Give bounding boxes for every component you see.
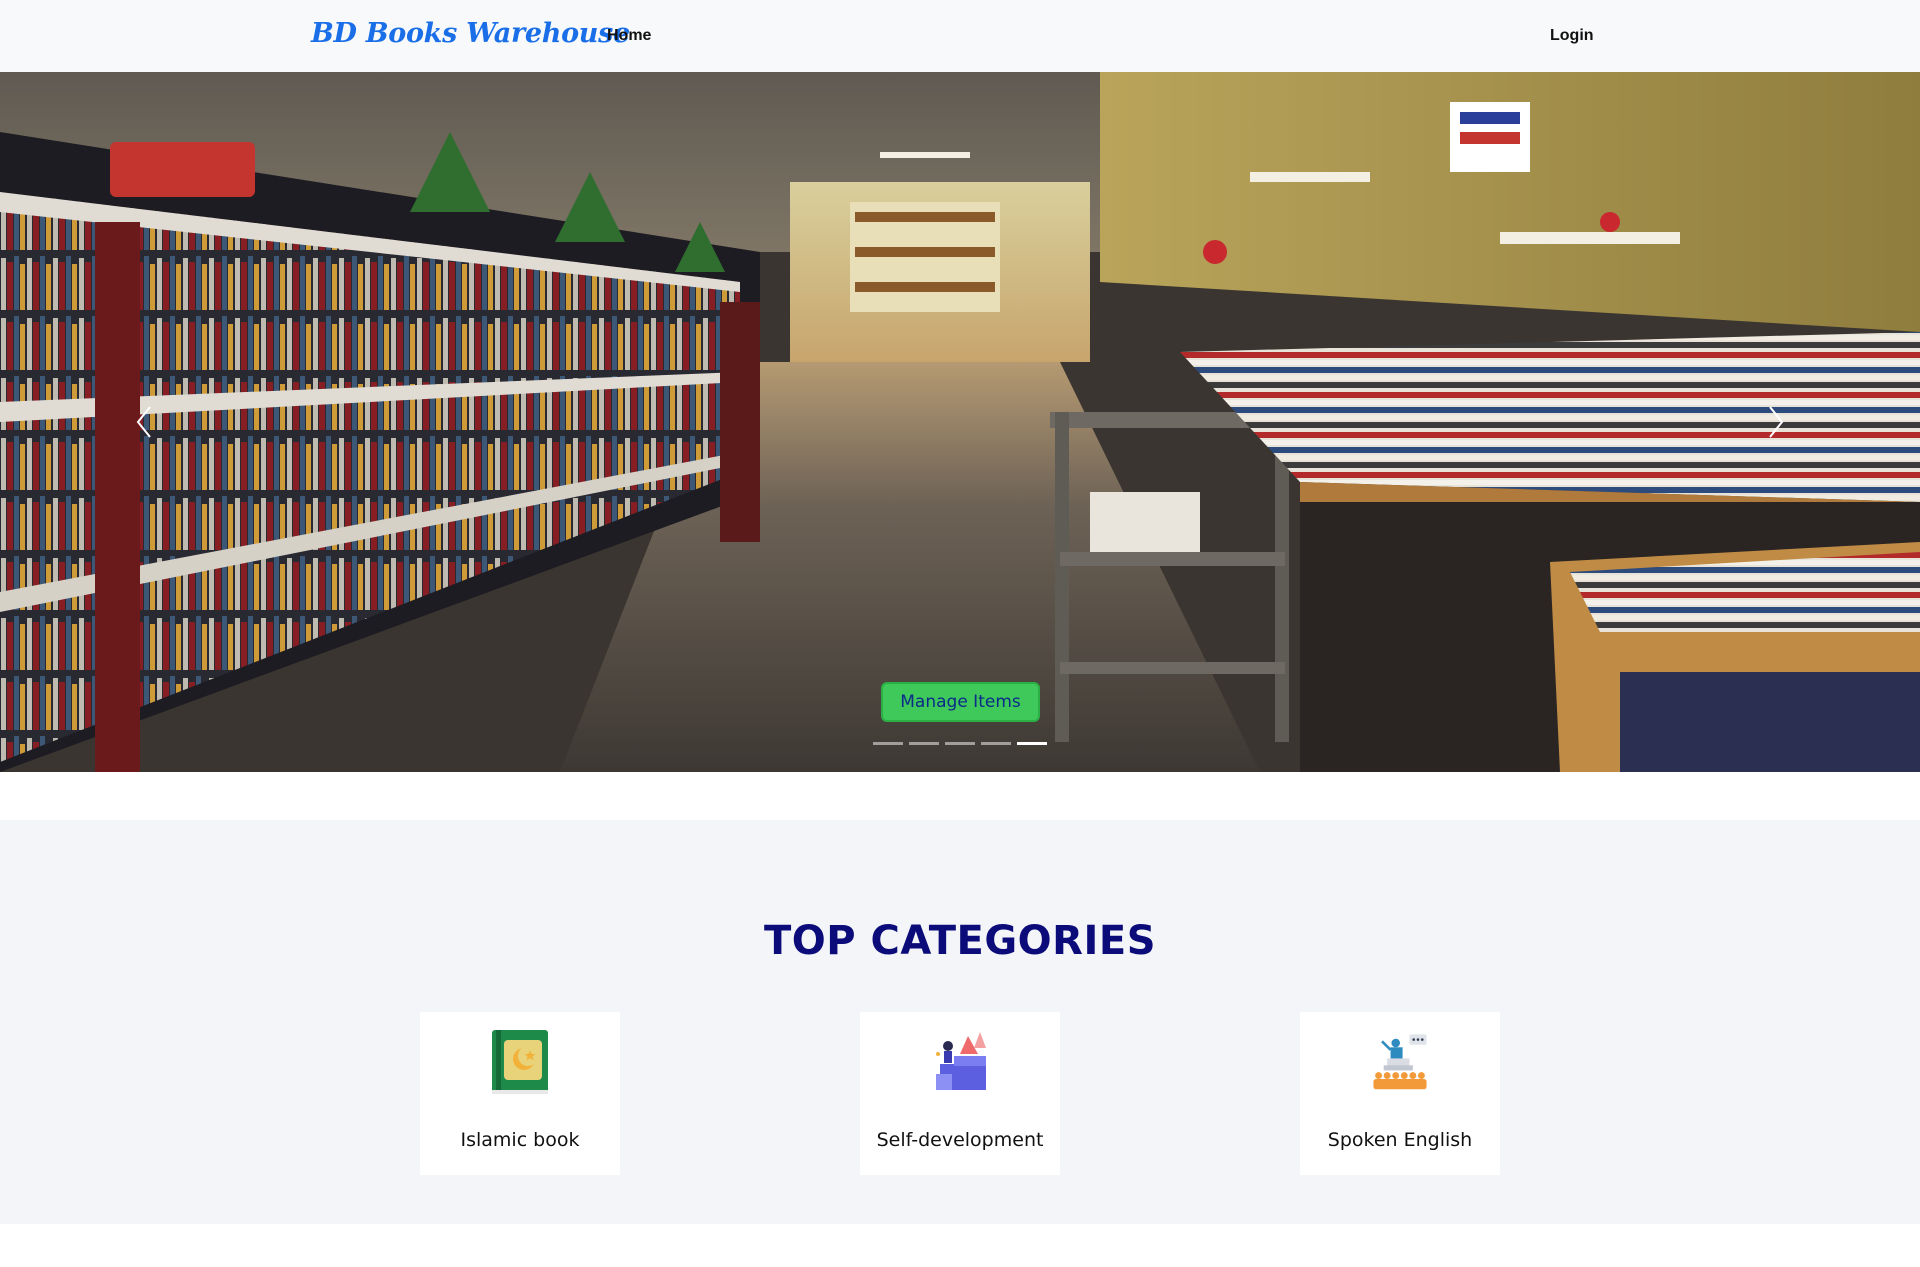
category-label: Self-development (876, 1129, 1044, 1151)
carousel-indicator-3[interactable] (945, 742, 975, 745)
chevron-right-icon (1769, 406, 1784, 438)
category-card-islamic-book[interactable]: Islamic book (420, 1012, 620, 1175)
section-title: TOP CATEGORIES (764, 918, 1156, 964)
category-label: Spoken English (1327, 1129, 1473, 1151)
chevron-left-icon (136, 406, 151, 438)
manage-items-button[interactable]: Manage Items (881, 682, 1040, 722)
category-card-self-development[interactable]: Self-development (860, 1012, 1060, 1175)
nav-link-home[interactable]: Home (607, 27, 651, 45)
top-navbar: BD Books Warehouse Home Login (0, 0, 1920, 72)
carousel-indicators (873, 742, 1047, 745)
top-categories-section: TOP CATEGORIES Islamic book Self-develop… (0, 820, 1920, 1224)
category-card-spoken-english[interactable]: Spoken English (1300, 1012, 1500, 1175)
hero-carousel: Manage Items (0, 72, 1920, 772)
carousel-next-button[interactable] (1746, 382, 1806, 462)
quran-book-icon (492, 1030, 548, 1094)
brand-logo-link[interactable]: BD Books Warehouse (311, 18, 630, 49)
hero-bookstore-image (0, 72, 1920, 772)
category-label: Islamic book (460, 1129, 580, 1151)
carousel-prev-button[interactable] (114, 382, 174, 462)
carousel-indicator-4[interactable] (981, 742, 1011, 745)
speaker-audience-icon (1373, 1034, 1427, 1090)
carousel-indicator-1[interactable] (873, 742, 903, 745)
self-development-icon (936, 1032, 986, 1090)
nav-link-login[interactable]: Login (1550, 27, 1594, 45)
carousel-indicator-5[interactable] (1017, 742, 1047, 745)
carousel-indicator-2[interactable] (909, 742, 939, 745)
